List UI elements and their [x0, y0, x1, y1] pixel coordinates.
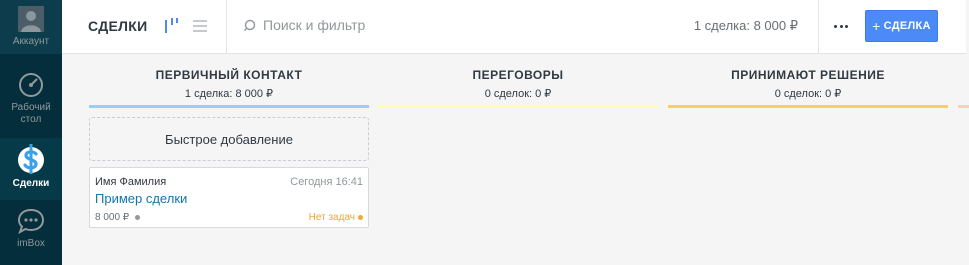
card-deal-title[interactable]: Пример сделки	[95, 191, 187, 206]
column-color-line-next	[958, 105, 969, 108]
top-bar: СДЕЛКИ Поиск и фильтр 1 сделка: 8 000 ₽ …	[62, 0, 969, 54]
search-input[interactable]: Поиск и фильтр	[244, 17, 365, 33]
sidebar-item-dashboard[interactable]: Рабочий стол	[0, 62, 62, 132]
column-color-line	[378, 105, 658, 108]
add-deal-label: СДЕЛКА	[883, 20, 931, 32]
list-view-icon[interactable]	[193, 17, 207, 35]
column-title: ПЕРВИЧНЫЙ КОНТАКТ	[155, 68, 303, 82]
dollar-deals-icon	[18, 144, 44, 174]
task-status-dot	[358, 215, 363, 220]
chat-bubble-icon	[17, 208, 45, 234]
page-title: СДЕЛКИ	[88, 18, 148, 34]
column-header-primary-contact[interactable]: ПЕРВИЧНЫЙ КОНТАКТ 1 сделка: 8 000 ₽	[89, 68, 369, 100]
card-price: 8 000 ₽	[95, 212, 141, 223]
card-timestamp: Сегодня 16:41	[290, 176, 363, 188]
sidebar-item-label: Сделки	[12, 178, 50, 189]
column-title: ПЕРЕГОВОРЫ	[472, 68, 564, 82]
column-header-decision[interactable]: ПРИНИМАЮТ РЕШЕНИЕ 0 сделок: 0 ₽	[668, 68, 948, 100]
column-color-line	[668, 105, 948, 108]
sidebar-item-label: Аккаунт	[12, 36, 50, 47]
dashboard-gauge-icon	[19, 73, 43, 97]
column-title: ПРИНИМАЮТ РЕШЕНИЕ	[731, 68, 885, 82]
add-deal-button[interactable]: + СДЕЛКА	[865, 10, 938, 42]
column-count: 0 сделок: 0 ₽	[774, 88, 842, 100]
sidebar: Аккаунт Рабочий стол Сделки imBox	[0, 0, 62, 265]
pipeline-view-icon[interactable]	[163, 17, 179, 35]
card-tasks[interactable]: Нет задач	[309, 212, 363, 223]
status-dot	[135, 215, 141, 220]
sidebar-item-deals[interactable]: Сделки	[0, 138, 62, 200]
card-contact-name[interactable]: Имя Фамилия	[95, 176, 166, 188]
deals-summary: 1 сделка: 8 000 ₽	[693, 18, 798, 33]
card-price-value: 8 000 ₽	[95, 212, 130, 223]
search-icon	[244, 19, 256, 31]
ellipsis-icon[interactable]	[834, 19, 848, 33]
card-tasks-label: Нет задач	[308, 212, 355, 223]
column-count: 1 сделка: 8 000 ₽	[184, 88, 274, 100]
dot	[845, 24, 848, 28]
sidebar-item-imbox[interactable]: imBox	[0, 204, 62, 262]
deal-card[interactable]: Имя Фамилия Сегодня 16:41 Пример сделки …	[89, 167, 369, 228]
dot	[834, 24, 837, 28]
column-color-line	[89, 105, 369, 108]
column-header-negotiations[interactable]: ПЕРЕГОВОРЫ 0 сделок: 0 ₽	[378, 68, 658, 100]
dot	[839, 24, 843, 28]
divider	[818, 0, 819, 54]
search-placeholder: Поиск и фильтр	[263, 17, 366, 33]
sidebar-item-label: Рабочий стол	[11, 102, 51, 125]
avatar-icon	[18, 6, 44, 32]
sidebar-item-label: imBox	[17, 238, 45, 249]
plus-icon: +	[872, 18, 881, 34]
divider	[226, 0, 227, 54]
quick-add-button[interactable]: Быстрое добавление	[89, 117, 369, 161]
sidebar-item-account[interactable]: Аккаунт	[0, 0, 62, 54]
column-count: 0 сделок: 0 ₽	[484, 88, 552, 100]
